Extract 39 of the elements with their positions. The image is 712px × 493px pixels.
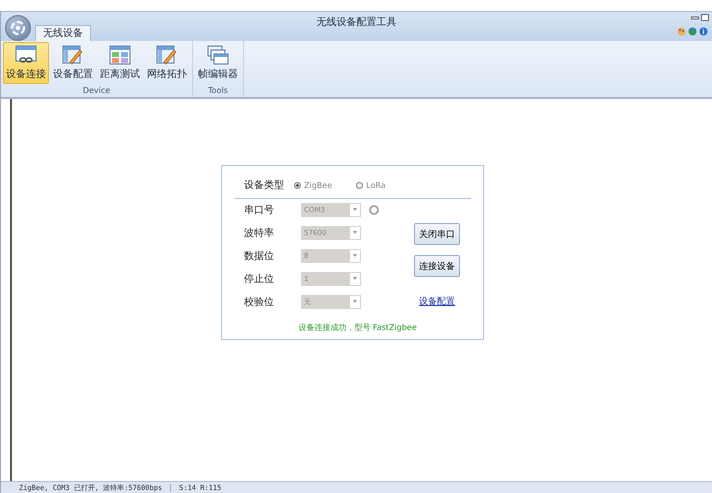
caret-icon — [353, 208, 357, 211]
ribbon-button[interactable]: 网络拓扑 — [144, 42, 190, 84]
tiles-window-icon — [109, 45, 131, 65]
info-icon[interactable] — [699, 27, 708, 36]
window-title: 无线设备配置工具 — [316, 17, 396, 28]
status-message: 设备连接成功，型号 FastZigbee — [298, 323, 417, 332]
window-link-icon — [15, 45, 37, 65]
radio-button[interactable]: ZigBee — [294, 180, 332, 190]
edit-window-icon — [156, 45, 178, 65]
field-label: 串口号 — [244, 204, 275, 216]
edit-window-icon — [62, 45, 84, 65]
ribbon-button[interactable]: 设备连接 — [3, 42, 49, 84]
group-label: Tools — [208, 86, 228, 95]
gear-icon — [10, 20, 26, 36]
field-label: 数据位 — [244, 250, 275, 262]
radio-button[interactable]: LoRa — [356, 180, 386, 190]
stacked-windows-icon — [207, 45, 229, 65]
config-link[interactable]: 设备配置 — [419, 295, 455, 308]
field-label: 停止位 — [244, 272, 275, 286]
caret-icon — [353, 300, 357, 303]
caret-icon — [353, 231, 357, 234]
ribbon-button[interactable]: 帧编辑器 — [195, 42, 241, 84]
ribbon-button[interactable]: 设备配置 — [50, 42, 96, 84]
action-button[interactable]: 关闭串口 — [414, 223, 460, 245]
group-label: Device — [82, 86, 110, 95]
globe-icon[interactable] — [688, 27, 697, 36]
field-label: 波特率 — [244, 226, 275, 240]
maximize-icon[interactable] — [701, 14, 709, 21]
field-label: 设备类型 — [244, 178, 284, 192]
ribbon-button[interactable]: 距离测试 — [97, 42, 143, 84]
app-menu-button[interactable] — [5, 15, 31, 41]
action-button[interactable]: 连接设备 — [414, 255, 460, 277]
caret-icon — [353, 254, 357, 257]
minimize-icon[interactable] — [691, 14, 699, 21]
ribbon-tab[interactable]: 无线设备 — [35, 25, 91, 41]
palette-icon[interactable] — [677, 27, 686, 36]
caret-icon — [353, 277, 357, 280]
field-label: 校验位 — [244, 296, 275, 308]
refresh-icon[interactable] — [369, 204, 379, 214]
